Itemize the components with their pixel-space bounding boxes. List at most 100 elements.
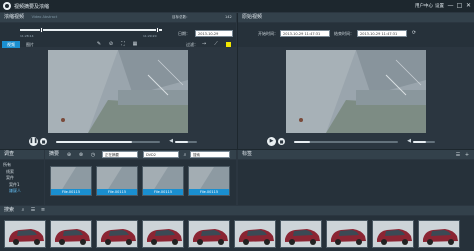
search-tool-icon[interactable]: ⌕ [20,207,26,213]
summary-thumb-1[interactable]: File.00115 [50,166,92,196]
thumb-caption-3: File.00115 [143,189,183,195]
target-total-label: 目标总数： [172,15,190,19]
abstract-stop-button[interactable]: ■ [40,138,47,145]
arrow-right-icon[interactable]: → [201,41,207,47]
abstract-video-frame [48,50,188,133]
tab-image[interactable]: 图片 [22,41,38,48]
crop-icon[interactable]: ⛶ [120,41,126,47]
filter-icon[interactable]: ☰ [455,152,461,158]
search-result-thumb[interactable] [280,220,322,248]
search-sort-icon[interactable]: ≡ [40,207,46,213]
abstract-video-subtitle: Video Abstract [31,15,58,19]
add-icon[interactable]: ⊕ [66,152,72,158]
thumb-caption-4: File.00115 [189,189,229,195]
search-filter-icon[interactable]: ☰ [30,207,36,213]
search-result-thumb[interactable] [188,220,230,248]
filter-color-swatch[interactable] [226,42,231,47]
volume-icon[interactable]: ◀ [168,138,174,144]
car-image [143,221,183,247]
summary-thumb-4[interactable]: File.00115 [188,166,230,196]
search-title: 搜索 [4,207,15,213]
thumb-image-1 [51,167,91,191]
thumb-image-3 [143,167,183,191]
minimize-icon[interactable]: — [447,2,454,9]
eyedropper-icon[interactable]: ⊘ [108,41,114,47]
app-logo-icon [3,2,11,10]
summary-source-select[interactable]: DVD2 [143,151,179,158]
settings-link[interactable]: 设置 [435,3,444,9]
search-result-thumb[interactable] [96,220,138,248]
car-image [97,221,137,247]
abstract-volume-slider[interactable] [175,141,197,143]
original-progress-slider[interactable] [294,141,398,143]
date-label: 日期： [178,31,190,36]
search-result-thumb[interactable] [234,220,276,248]
tags-title: 标签 [242,151,253,157]
tags-add-icon[interactable]: + [464,152,470,158]
remove-icon[interactable]: ⊗ [78,152,84,158]
filter-label: 过滤： [186,42,198,47]
car-image [51,221,91,247]
start-time-field[interactable]: 2013-10-29 11:47:31 [280,30,330,37]
date-field[interactable]: 2013-10-29 [195,30,233,37]
grid-icon[interactable]: ▦ [132,41,138,47]
car-image [281,221,321,247]
car-image [327,221,367,247]
tree-item-suspect[interactable]: 嫌疑人 [3,188,41,195]
pen-icon[interactable]: ✎ [96,41,102,47]
search-result-thumb[interactable] [418,220,460,248]
search-result-thumb[interactable] [326,220,368,248]
timeline-handle-end[interactable] [156,27,159,33]
abstract-video-header: 浓缩视频 Video Abstract [0,13,236,22]
close-icon[interactable]: ✕ [465,2,472,9]
tags-header: 标签 [238,150,474,159]
timeline-handle-start[interactable] [40,27,43,33]
original-video-view[interactable] [286,50,426,133]
original-video-title: 原始视频 [242,14,263,20]
end-time-label: 结束时间： [334,31,354,36]
original-volume-slider[interactable] [413,141,435,143]
search-result-thumb[interactable] [372,220,414,248]
original-video-frame [286,50,426,133]
app-title: 视频摘要及浓缩 [14,4,50,10]
volume-icon-2[interactable]: ◀ [406,138,412,144]
original-stop-button[interactable]: ■ [278,138,285,145]
search-header: 搜索 [0,206,474,215]
search-result-thumb[interactable] [50,220,92,248]
car-image [5,221,45,247]
maximize-icon[interactable]: □ [456,2,463,9]
line-tool-icon[interactable]: ⟋ [213,41,219,47]
timeline-start-time: 11:28:14 [20,34,34,38]
user-center-link[interactable]: 用户中心 [415,3,433,9]
search-result-thumb[interactable] [142,220,184,248]
start-time-label: 开始时间： [258,31,278,36]
tags-area [238,160,474,205]
abstract-video-title: 浓缩视频 [4,14,25,20]
summary-thumb-3[interactable]: File.00115 [142,166,184,196]
abstract-video-view[interactable] [48,50,188,133]
original-video-header: 原始视频 [238,13,474,22]
end-time-field[interactable]: 2013-10-29 11:47:31 [357,30,407,37]
thumb-caption-1: File.00115 [51,189,91,195]
summary-title: 摘要 [49,151,60,157]
original-play-button[interactable]: ▶ [267,137,276,146]
timeline-end-time: 11:29:20 [143,34,157,38]
thumb-image-4 [189,167,229,191]
summary-search-input[interactable]: 搜索 [190,151,230,158]
car-image [419,221,459,247]
refresh-icon[interactable]: ⟳ [411,30,417,36]
clock-icon[interactable]: ◷ [90,152,96,158]
thumb-caption-2: File.00115 [97,189,137,195]
summary-status-select[interactable]: 正在摘要 [102,151,138,158]
thumb-image-2 [97,167,137,191]
title-bar [0,0,474,12]
car-image [373,221,413,247]
summary-thumb-2[interactable]: File.00115 [96,166,138,196]
abstract-pause-button[interactable]: ❚❚ [29,137,38,146]
target-total-value: 142 [225,15,232,19]
car-image [189,221,229,247]
search-result-thumb[interactable] [4,220,46,248]
tab-video[interactable]: 视频 [2,41,20,48]
search-icon[interactable]: ⌕ [182,152,188,158]
abstract-progress-slider[interactable] [56,141,160,143]
